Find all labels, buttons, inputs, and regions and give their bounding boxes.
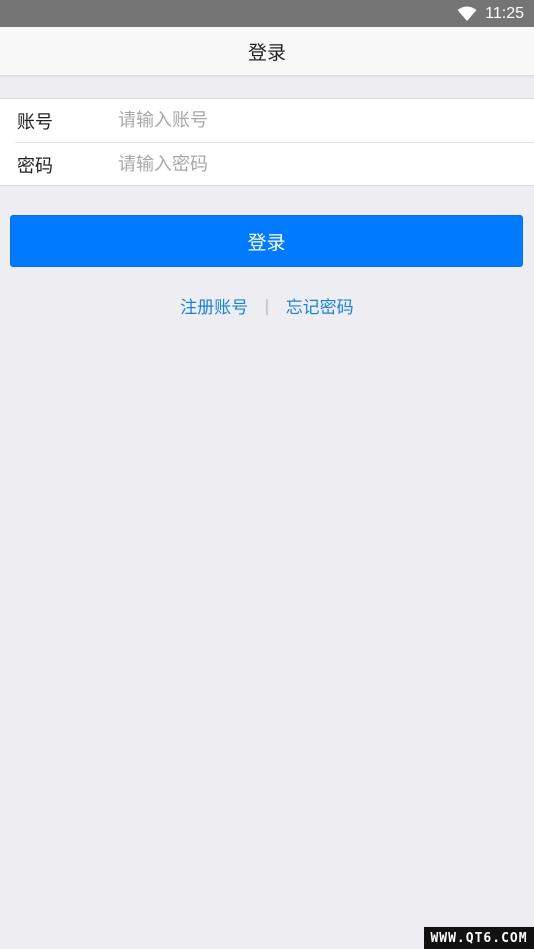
forgot-password-link[interactable]: 忘记密码: [286, 293, 354, 318]
register-link[interactable]: 注册账号: [180, 293, 248, 318]
account-label: 账号: [17, 111, 53, 133]
login-form: 账号 密码: [0, 98, 534, 186]
link-separator: |: [264, 295, 270, 315]
wifi-icon: [457, 6, 477, 21]
page-title: 登录: [247, 41, 286, 64]
password-label: 密码: [17, 155, 53, 177]
login-button[interactable]: 登录: [10, 215, 523, 267]
account-input[interactable]: [118, 110, 518, 131]
password-row: 密码: [0, 143, 534, 186]
secondary-links: 注册账号 | 忘记密码: [0, 290, 534, 320]
password-input[interactable]: [118, 154, 518, 175]
nav-bar: 登录: [0, 27, 534, 76]
watermark: WWW.QT6.COM: [424, 927, 534, 949]
status-bar: 11:25: [0, 0, 534, 27]
account-row: 账号: [0, 99, 534, 142]
status-time: 11:25: [485, 5, 524, 22]
